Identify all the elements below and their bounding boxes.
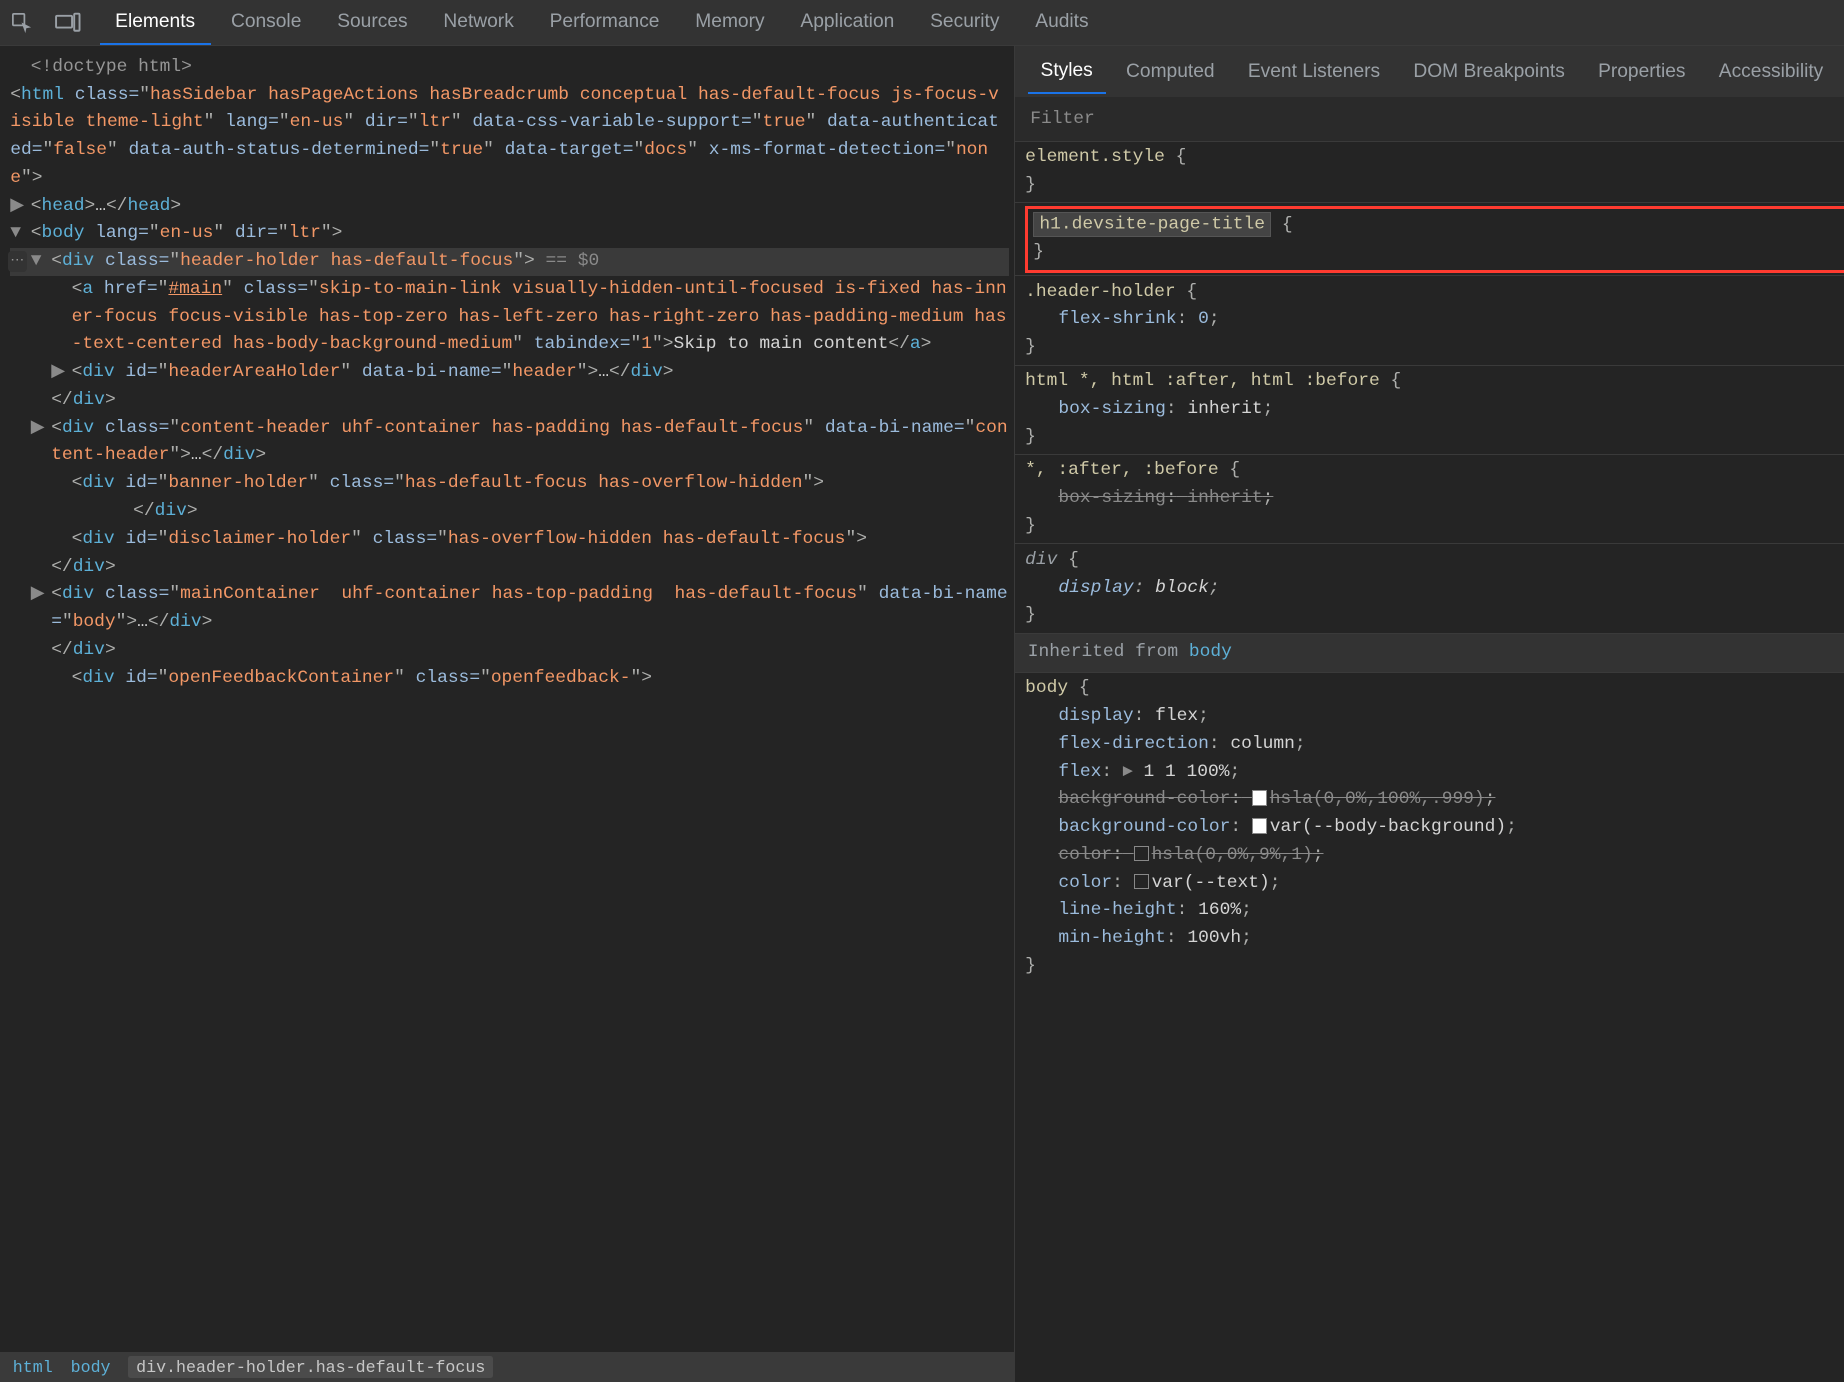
tab-console[interactable]: Console: [216, 0, 317, 44]
styles-filter-input[interactable]: [1030, 109, 1844, 129]
styles-panel: Styles Computed Event Listeners DOM Brea…: [1015, 46, 1844, 1382]
tab-memory[interactable]: Memory: [680, 0, 780, 44]
tab-application[interactable]: Application: [785, 0, 910, 44]
subtab-styles[interactable]: Styles: [1028, 49, 1106, 93]
styles-filter-bar: :hov .cls: [1015, 97, 1844, 141]
rules-list[interactable]: element.style {}h1.devsite-page-title {i…: [1015, 141, 1844, 1382]
tab-sources[interactable]: Sources: [322, 0, 423, 44]
elements-panel: <!doctype html><html class="hasSidebar h…: [0, 46, 1015, 1382]
devtools-toolbar: Elements Console Sources Network Perform…: [0, 0, 1844, 46]
subtab-accessibility[interactable]: Accessibility: [1706, 50, 1836, 92]
device-toggle-icon[interactable]: [54, 8, 82, 36]
subtab-properties[interactable]: Properties: [1585, 50, 1698, 92]
breadcrumb-body[interactable]: body: [71, 1358, 111, 1377]
breadcrumb-html[interactable]: html: [13, 1358, 53, 1377]
dom-tree[interactable]: <!doctype html><html class="hasSidebar h…: [0, 46, 1014, 1352]
tab-performance[interactable]: Performance: [534, 0, 675, 44]
main-tabs: Elements Console Sources Network Perform…: [100, 0, 1104, 44]
tab-network[interactable]: Network: [428, 0, 529, 44]
subtab-dom-breakpoints[interactable]: DOM Breakpoints: [1401, 50, 1578, 92]
breadcrumb-selected[interactable]: div.header-holder.has-default-focus: [128, 1356, 493, 1378]
tab-security[interactable]: Security: [915, 0, 1015, 44]
subtab-computed[interactable]: Computed: [1113, 50, 1227, 92]
tab-audits[interactable]: Audits: [1020, 0, 1104, 44]
tab-elements[interactable]: Elements: [100, 0, 211, 44]
inspect-icon[interactable]: [8, 8, 36, 36]
breadcrumb-bar: html body div.header-holder.has-default-…: [0, 1352, 1014, 1382]
styles-subtabs: Styles Computed Event Listeners DOM Brea…: [1015, 46, 1844, 97]
subtab-event-listeners[interactable]: Event Listeners: [1235, 50, 1393, 92]
